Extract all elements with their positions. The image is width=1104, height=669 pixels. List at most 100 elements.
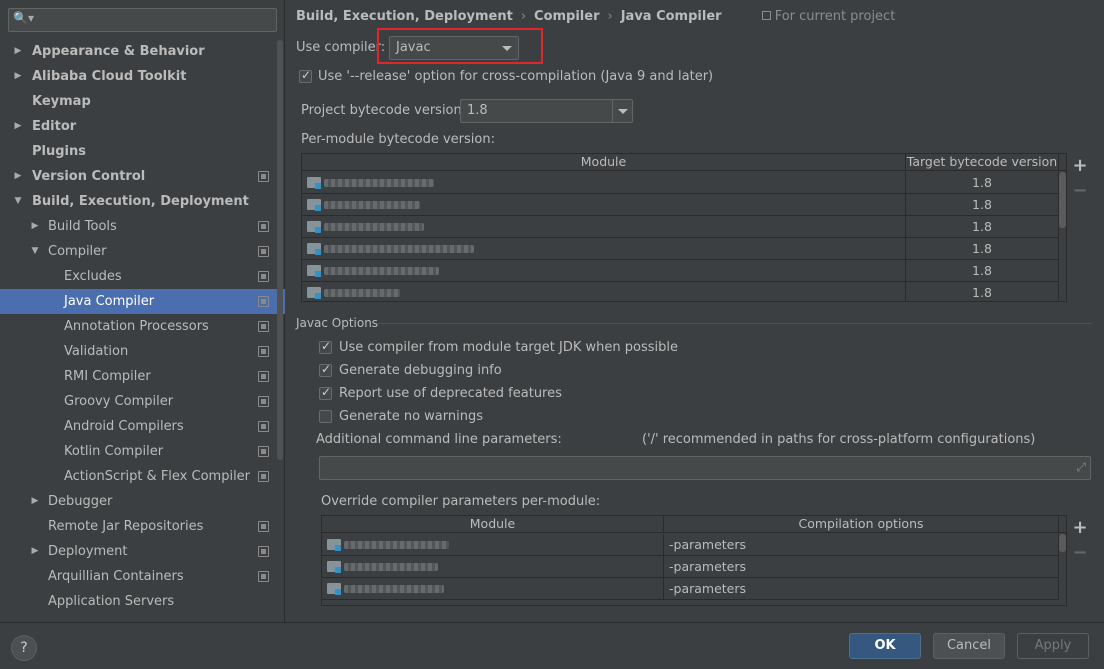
expand-arrow-icon[interactable]: ▶	[12, 39, 24, 64]
project-bytecode-value: 1.8	[467, 103, 488, 118]
tree-item-kotlin-compiler[interactable]: Kotlin Compiler	[0, 439, 285, 464]
tree-item-plugins[interactable]: Plugins	[0, 139, 285, 164]
remove-module-button[interactable]: −	[1072, 180, 1088, 201]
tree-item-arquillian-containers[interactable]: Arquillian Containers	[0, 564, 285, 589]
tree-item-validation[interactable]: Validation	[0, 339, 285, 364]
apply-button[interactable]: Apply	[1017, 633, 1089, 659]
tree-item-deployment[interactable]: ▶ Deployment	[0, 539, 285, 564]
collapse-arrow-icon[interactable]: ▼	[12, 189, 24, 214]
add-override-button[interactable]: +	[1072, 517, 1088, 538]
table-row[interactable]: 1.8	[302, 194, 1059, 216]
column-header-target-version[interactable]: Target bytecode version	[906, 154, 1059, 171]
search-input[interactable]	[37, 11, 267, 29]
debug-info-checkbox[interactable]	[319, 362, 332, 377]
table-row[interactable]: 1.8	[302, 172, 1059, 194]
project-bytecode-combo[interactable]: 1.8	[460, 99, 633, 123]
expand-arrow-icon[interactable]: ▶	[12, 64, 24, 89]
tree-item-actionscript-flex-compiler[interactable]: ActionScript & Flex Compiler	[0, 464, 285, 489]
deprecated-features-checkbox[interactable]	[319, 385, 332, 400]
project-scope-icon	[258, 246, 269, 257]
compilation-options-cell[interactable]: -parameters	[664, 578, 1059, 600]
table-header: Module Compilation options	[322, 516, 1066, 533]
release-option-label: Use '--release' option for cross-compila…	[318, 69, 714, 84]
project-scope-icon	[258, 296, 269, 307]
module-folder-icon	[327, 561, 341, 573]
tree-item-appearance-behavior[interactable]: ▶ Appearance & Behavior	[0, 39, 285, 64]
sidebar-scrollbar[interactable]	[277, 40, 283, 460]
target-version-cell[interactable]: 1.8	[906, 238, 1059, 260]
project-scope-icon	[258, 271, 269, 282]
javac-options-title: Javac Options	[296, 316, 379, 330]
use-module-jdk-label: Use compiler from module target JDK when…	[339, 340, 678, 355]
additional-params-field[interactable]: ⤢	[319, 456, 1091, 480]
tree-item-android-compilers[interactable]: Android Compilers	[0, 414, 285, 439]
tree-item-rmi-compiler[interactable]: RMI Compiler	[0, 364, 285, 389]
cancel-button[interactable]: Cancel	[933, 633, 1005, 659]
tree-item-editor[interactable]: ▶ Editor	[0, 114, 285, 139]
expand-arrow-icon[interactable]: ▶	[29, 214, 41, 239]
table-row[interactable]: -parameters	[322, 578, 1059, 600]
table-row[interactable]: -parameters	[322, 534, 1059, 556]
table-row[interactable]: 1.8	[302, 238, 1059, 260]
tree-item-excludes[interactable]: Excludes	[0, 264, 285, 289]
tree-item-label: Appearance & Behavior	[32, 44, 205, 59]
ok-button[interactable]: OK	[849, 633, 921, 659]
tree-item-version-control[interactable]: ▶ Version Control	[0, 164, 285, 189]
module-folder-icon	[307, 287, 321, 299]
module-cell	[302, 238, 906, 260]
tree-item-remote-jar-repositories[interactable]: Remote Jar Repositories	[0, 514, 285, 539]
column-header-module[interactable]: Module	[322, 516, 664, 533]
module-folder-icon	[307, 265, 321, 277]
project-scope-icon	[258, 421, 269, 432]
tree-item-java-compiler[interactable]: Java Compiler	[0, 289, 285, 314]
tree-item-compiler[interactable]: ▼ Compiler	[0, 239, 285, 264]
expand-arrow-icon[interactable]: ▶	[12, 114, 24, 139]
module-cell	[322, 534, 664, 556]
scope-note: For current project	[761, 9, 895, 24]
table-row[interactable]: -parameters	[322, 556, 1059, 578]
tree-item-debugger[interactable]: ▶ Debugger	[0, 489, 285, 514]
compilation-options-cell[interactable]: -parameters	[664, 534, 1059, 556]
table-row[interactable]: 1.8	[302, 282, 1059, 301]
remove-override-button[interactable]: −	[1072, 542, 1088, 563]
target-version-cell[interactable]: 1.8	[906, 260, 1059, 282]
tree-item-build-tools[interactable]: ▶ Build Tools	[0, 214, 285, 239]
table-header: Module Target bytecode version	[302, 154, 1066, 171]
breadcrumb-item: Java Compiler	[620, 9, 722, 24]
tree-item-annotation-processors[interactable]: Annotation Processors	[0, 314, 285, 339]
add-module-button[interactable]: +	[1072, 155, 1088, 176]
redacted-module-name	[344, 541, 449, 549]
target-version-cell[interactable]: 1.8	[906, 216, 1059, 238]
compilation-options-cell[interactable]: -parameters	[664, 556, 1059, 578]
help-button[interactable]: ?	[11, 635, 37, 661]
tree-item-groovy-compiler[interactable]: Groovy Compiler	[0, 389, 285, 414]
deprecated-features-label: Report use of deprecated features	[339, 386, 562, 401]
tree-item-alibaba-cloud-toolkit[interactable]: ▶ Alibaba Cloud Toolkit	[0, 64, 285, 89]
tree-item-keymap[interactable]: Keymap	[0, 89, 285, 114]
expand-arrow-icon[interactable]: ▶	[12, 164, 24, 189]
column-header-module[interactable]: Module	[302, 154, 906, 171]
target-version-cell[interactable]: 1.8	[906, 172, 1059, 194]
release-option-checkbox[interactable]	[299, 68, 312, 83]
settings-search[interactable]: 🔍▾	[8, 8, 277, 32]
table-scrollbar[interactable]	[1059, 172, 1066, 228]
combo-arrow-button[interactable]	[612, 100, 632, 122]
use-module-jdk-checkbox[interactable]	[319, 339, 332, 354]
additional-params-hint: ('/' recommended in paths for cross-plat…	[642, 432, 1036, 447]
expand-icon[interactable]: ⤢	[1076, 460, 1086, 475]
column-header-compilation-options[interactable]: Compilation options	[664, 516, 1059, 533]
tree-item-build-execution-deployment[interactable]: ▼ Build, Execution, Deployment	[0, 189, 285, 214]
tree-item-application-servers[interactable]: Application Servers	[0, 589, 285, 614]
project-scope-icon	[258, 321, 269, 332]
no-warnings-checkbox[interactable]	[319, 410, 332, 423]
table-row[interactable]: 1.8	[302, 260, 1059, 282]
project-scope-icon	[258, 546, 269, 557]
expand-arrow-icon[interactable]: ▶	[29, 489, 41, 514]
collapse-arrow-icon[interactable]: ▼	[29, 239, 41, 264]
target-version-cell[interactable]: 1.8	[906, 194, 1059, 216]
table-row[interactable]: 1.8	[302, 216, 1059, 238]
tree-item-label: Deployment	[48, 544, 128, 559]
expand-arrow-icon[interactable]: ▶	[29, 539, 41, 564]
table-scrollbar[interactable]	[1059, 534, 1066, 552]
target-version-cell[interactable]: 1.8	[906, 282, 1059, 301]
